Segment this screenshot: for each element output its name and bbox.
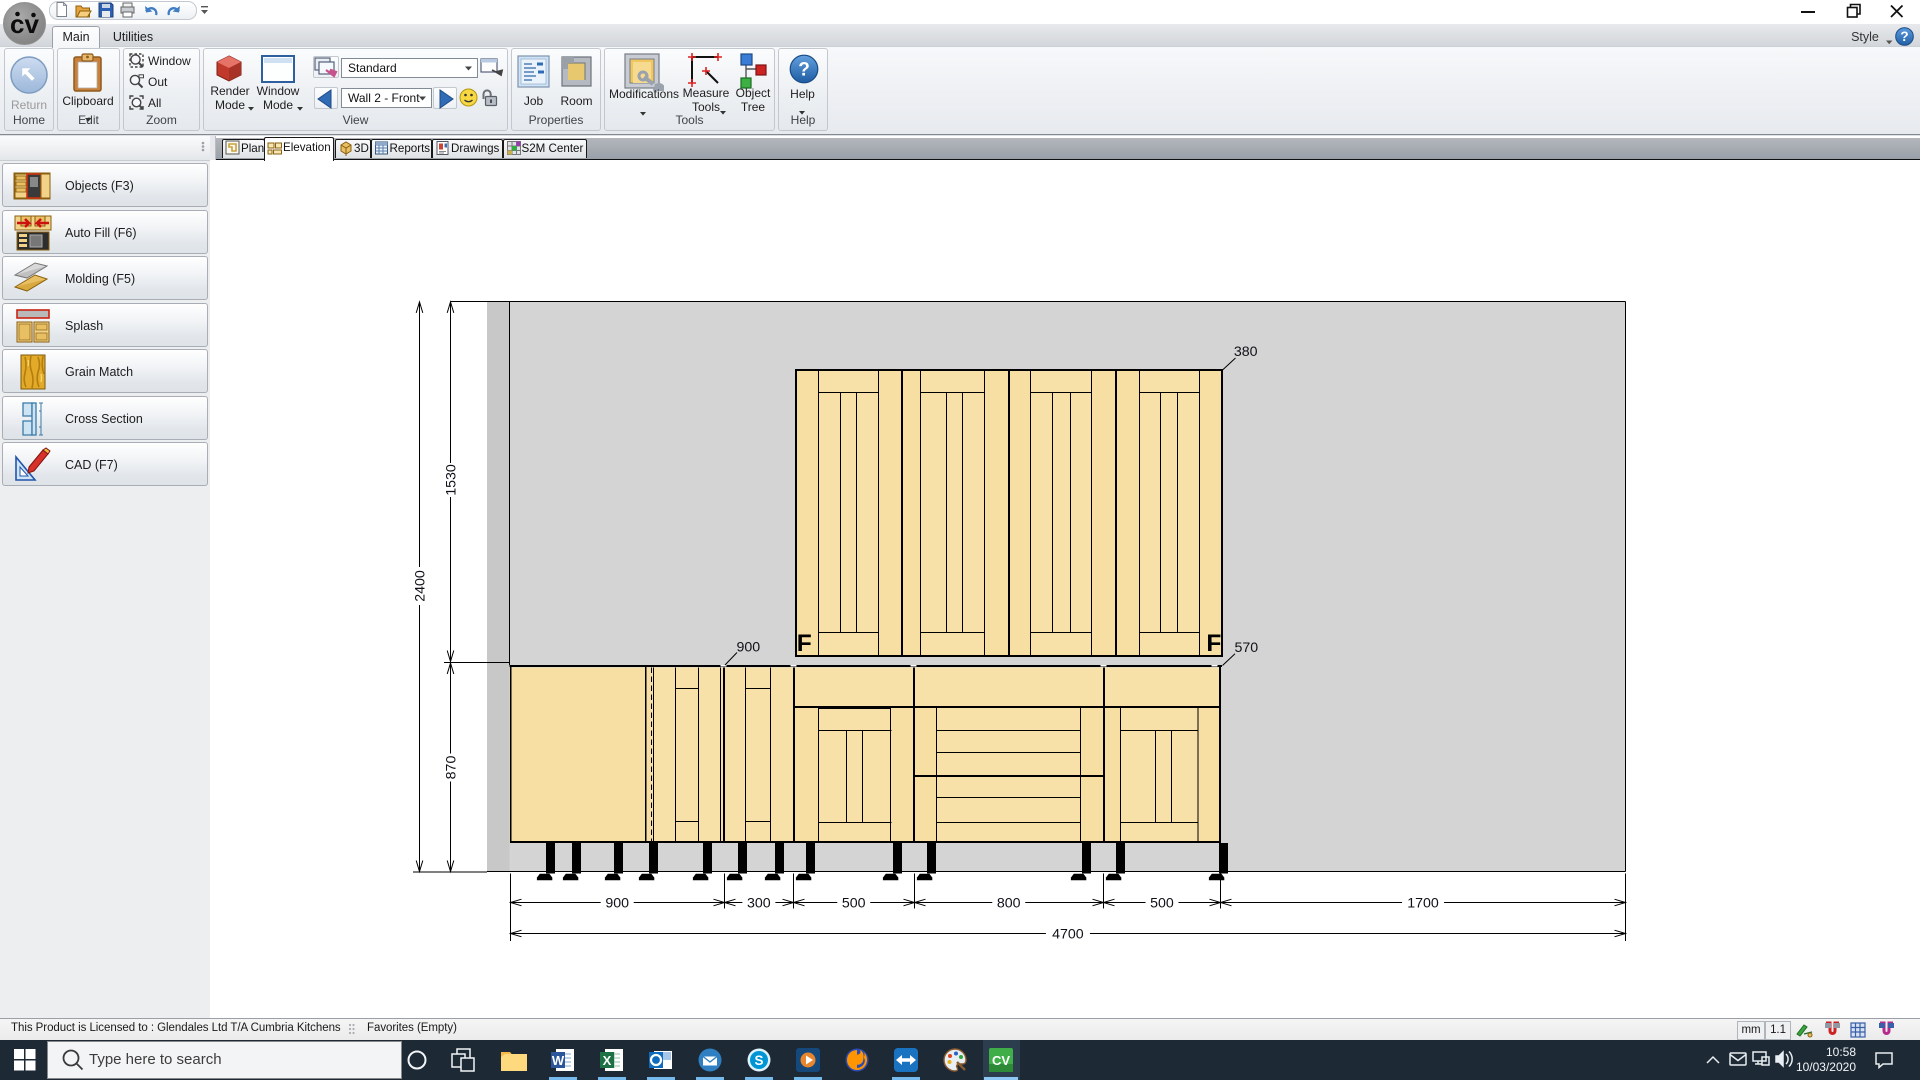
svg-text:X: X xyxy=(603,1053,612,1068)
svg-text:?: ? xyxy=(1900,29,1908,44)
svg-text:900: 900 xyxy=(605,895,629,911)
svg-text:CV: CV xyxy=(992,1053,1010,1068)
svg-text:500: 500 xyxy=(1150,895,1174,911)
svg-text:W: W xyxy=(552,1053,565,1068)
svg-text:10:58: 10:58 xyxy=(1826,1045,1856,1059)
svg-text:570: 570 xyxy=(1235,640,1259,656)
svg-text:1700: 1700 xyxy=(1407,895,1439,911)
svg-text:F: F xyxy=(1206,630,1221,657)
svg-text:1530: 1530 xyxy=(444,464,460,496)
svg-text:800: 800 xyxy=(997,895,1021,911)
svg-text:380: 380 xyxy=(1234,344,1258,360)
svg-text:10/03/2020: 10/03/2020 xyxy=(1796,1060,1856,1074)
svg-text:500: 500 xyxy=(842,895,866,911)
svg-text:2400: 2400 xyxy=(413,570,429,602)
svg-text:S: S xyxy=(754,1053,763,1068)
svg-text:F: F xyxy=(797,630,812,657)
svg-text:900: 900 xyxy=(737,640,761,656)
svg-text:4700: 4700 xyxy=(1052,926,1084,942)
svg-text:?: ? xyxy=(798,60,810,81)
svg-text:870: 870 xyxy=(444,756,460,780)
svg-text:300: 300 xyxy=(747,895,771,911)
